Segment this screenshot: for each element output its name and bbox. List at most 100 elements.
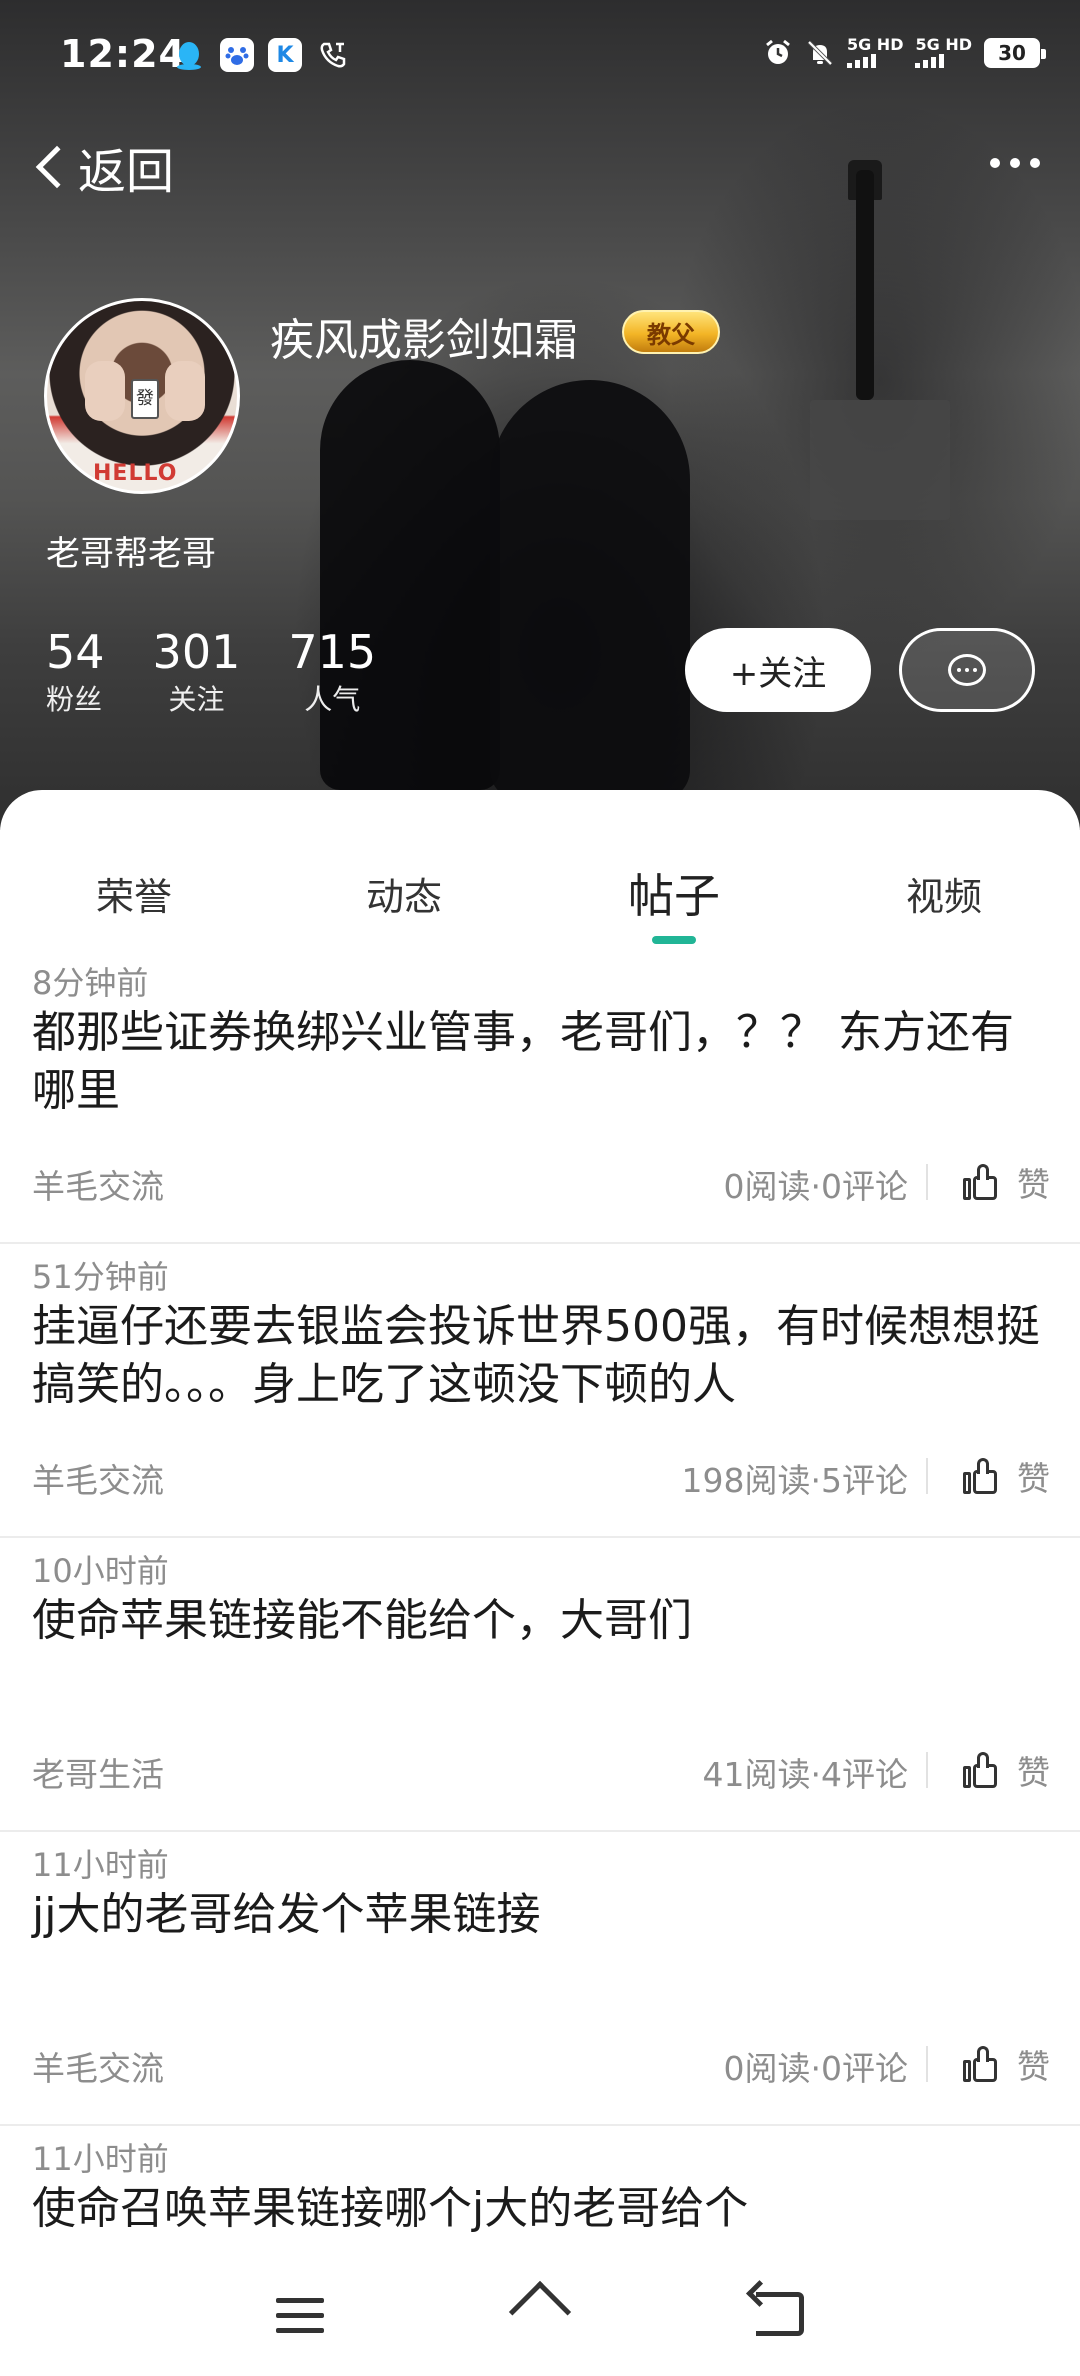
post-category[interactable]: 羊毛交流 [32, 2042, 164, 2090]
battery-level: 30 [998, 41, 1026, 65]
post-stats: 0阅读·0评论 [723, 1167, 908, 1206]
back-button[interactable]: 返回 [30, 132, 174, 202]
post-time: 8分钟前 [32, 964, 149, 1002]
profile-tabs: 荣誉 动态 帖子 视频 [0, 790, 1080, 950]
thumbs-up-icon [963, 2046, 999, 2082]
chevron-left-icon [35, 145, 79, 189]
profile-stats: 54 粉丝 301 关注 715 人气 [46, 624, 376, 720]
menu-line [276, 2298, 324, 2303]
thumbs-up-icon [963, 1752, 999, 1788]
like-button[interactable]: 赞 [963, 1452, 1050, 1500]
home-button[interactable] [508, 2280, 572, 2344]
post-category[interactable]: 老哥生活 [32, 1748, 164, 1796]
thumbs-up-icon [963, 1164, 999, 1200]
more-options-button[interactable] [990, 158, 1040, 168]
silhouette-figure [320, 360, 500, 790]
status-time: 12:24 [60, 32, 186, 76]
stat-following[interactable]: 301 关注 [153, 624, 241, 720]
tab-honor[interactable]: 荣誉 [96, 866, 172, 921]
post-title[interactable]: 使命苹果链接能不能给个，大哥们 [32, 1592, 1052, 1650]
stat-fans[interactable]: 54 粉丝 [46, 624, 105, 720]
post-item[interactable]: 8分钟前 都那些证券换绑兴业管事，老哥们，？？ 东方还有哪里 羊毛交流 0阅读·… [0, 950, 1080, 1244]
qq-icon [172, 38, 206, 72]
divider [926, 2046, 928, 2082]
like-label: 赞 [1017, 1753, 1050, 1792]
like-button[interactable]: 赞 [963, 1746, 1050, 1794]
silhouette-figure [490, 380, 690, 800]
post-stats: 0阅读·0评论 [723, 2049, 908, 2088]
divider [926, 1164, 928, 1200]
message-button[interactable] [899, 628, 1035, 712]
post-title[interactable]: 使命召唤苹果链接哪个j大的老哥给个 [32, 2180, 1052, 2238]
network-label: 5G HD [915, 35, 972, 54]
menu-line [276, 2328, 324, 2333]
post-item[interactable]: 11小时前 jj大的老哥给发个苹果链接 羊毛交流 0阅读·0评论 赞 [0, 1832, 1080, 2126]
tab-posts[interactable]: 帖子 [628, 860, 720, 926]
post-time: 10小时前 [32, 1552, 169, 1590]
like-label: 赞 [1017, 2047, 1050, 2086]
battery-icon: 30 [984, 38, 1046, 68]
status-right-icons: 5G HD 5G HD 30 [763, 35, 1046, 68]
avatar-hand [85, 361, 125, 421]
mahjong-tile: 發 [131, 379, 159, 419]
phone-call-icon [316, 38, 350, 72]
stat-value: 301 [152, 625, 241, 679]
alarm-icon [766, 39, 790, 64]
like-button[interactable]: 赞 [963, 2040, 1050, 2088]
follow-button[interactable]: +关注 [685, 628, 871, 712]
system-back-button[interactable] [756, 2292, 804, 2336]
tab-activity[interactable]: 动态 [366, 866, 442, 921]
thumbs-up-icon [963, 1458, 999, 1494]
dot-icon [1010, 158, 1020, 168]
username: 疾风成影剑如霜 [270, 315, 578, 366]
stat-value: 54 [46, 625, 105, 679]
stat-value: 715 [288, 625, 377, 679]
divider [926, 1752, 928, 1788]
rank-badge[interactable]: 教父 [622, 310, 720, 354]
signal-indicator: 5G HD [846, 35, 904, 68]
post-list: 8分钟前 都那些证券换绑兴业管事，老哥们，？？ 东方还有哪里 羊毛交流 0阅读·… [0, 950, 1080, 2376]
post-item[interactable]: 10小时前 使命苹果链接能不能给个，大哥们 老哥生活 41阅读·4评论 赞 [0, 1538, 1080, 1832]
divider [926, 1458, 928, 1494]
status-app-icons: K [172, 38, 350, 72]
like-button[interactable]: 赞 [963, 1158, 1050, 1206]
user-bio: 老哥帮老哥 [46, 534, 216, 574]
post-stats: 198阅读·5评论 [681, 1461, 908, 1500]
avatar-hand [165, 361, 205, 421]
post-stats: 41阅读·4评论 [702, 1755, 908, 1794]
street-lamp [856, 170, 874, 400]
signal-indicator: 5G HD [915, 35, 972, 68]
post-time: 51分钟前 [32, 1258, 169, 1296]
dot-icon [990, 158, 1000, 168]
mute-bell-icon [807, 40, 833, 66]
chat-bubble-icon [948, 654, 986, 686]
status-bar: 12:24 K 5G HD 5G HD 30 [0, 0, 1080, 110]
like-label: 赞 [1017, 1165, 1050, 1204]
post-time: 11小时前 [32, 2140, 169, 2178]
k-app-icon: K [268, 38, 302, 72]
post-title[interactable]: 都那些证券换绑兴业管事，老哥们，？？ 东方还有哪里 [32, 1004, 1052, 1120]
pedestal [810, 400, 950, 520]
home-icon [508, 2280, 572, 2344]
menu-line [276, 2313, 324, 2318]
dot-icon [1030, 158, 1040, 168]
back-label: 返回 [78, 144, 175, 200]
post-item[interactable]: 51分钟前 挂逼仔还要去银监会投诉世界500强，有时候想想挺搞笑的。。。身上吃了… [0, 1244, 1080, 1538]
network-label: 5G HD [846, 35, 904, 54]
post-title[interactable]: jj大的老哥给发个苹果链接 [32, 1886, 1052, 1944]
content-sheet: 荣誉 动态 帖子 视频 8分钟前 都那些证券换绑兴业管事，老哥们，？？ 东方还有… [0, 790, 1080, 2376]
avatar[interactable]: 發 HELLO [44, 298, 240, 494]
recent-apps-button[interactable] [276, 2298, 324, 2333]
system-navigation-bar [0, 2256, 1080, 2376]
stat-label: 粉丝 [46, 683, 103, 716]
like-label: 赞 [1017, 1459, 1050, 1498]
post-title[interactable]: 挂逼仔还要去银监会投诉世界500强，有时候想想挺搞笑的。。。身上吃了这顿没下顿的… [32, 1298, 1052, 1414]
post-category[interactable]: 羊毛交流 [32, 1454, 164, 1502]
stat-label: 人气 [304, 683, 361, 716]
tab-videos[interactable]: 视频 [906, 866, 982, 921]
active-tab-indicator [652, 936, 696, 944]
post-category[interactable]: 羊毛交流 [32, 1160, 164, 1208]
avatar-shirt-text: HELLO [93, 461, 178, 486]
stat-popularity: 715 人气 [288, 624, 376, 720]
baidu-icon [220, 38, 254, 72]
